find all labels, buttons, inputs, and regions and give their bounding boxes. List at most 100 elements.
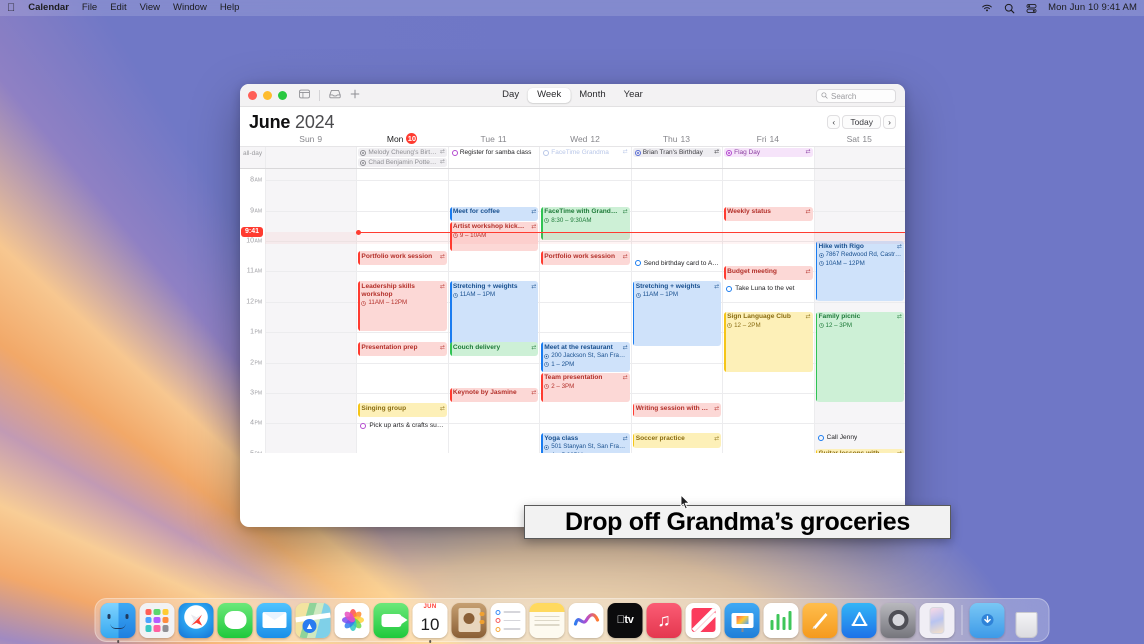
dock-item-safari[interactable] [178,602,214,638]
menu-app-name[interactable]: Calendar [28,0,69,16]
reminder-item[interactable]: Send birthday card to A… [633,259,721,268]
day-header-sat[interactable]: Sat 15 [814,134,905,144]
zoom-button[interactable] [278,90,287,100]
day-column-tue[interactable]: Meet for coffee ⇄ Artist workshop kickoff!… [447,169,540,453]
dock-item-trash[interactable] [1009,603,1044,638]
close-button[interactable] [248,90,257,100]
dock-item-appletv[interactable]: tv [607,602,643,638]
apple-menu-icon[interactable]:  [7,0,15,16]
calendar-event[interactable]: Yoga class501 Stanyan St, San Fran…4 – 5… [541,433,630,453]
dock-item-finder[interactable] [100,602,136,643]
day-column-thu[interactable]: Stretching + weights 11AM – 1PM ⇄ Writing s… [630,169,723,453]
calendar-event[interactable]: Weekly status ⇄ [724,206,813,221]
reminder-checkbox-icon[interactable] [360,422,367,429]
calendar-event[interactable]: Hike with Rigo 7867 Redwood Rd, Castr… 10A… [815,241,904,301]
dock-item-photos[interactable] [334,602,370,638]
maps-icon[interactable]: ▲ [295,602,331,638]
calendar-event[interactable]: Couch delivery ⇄ [449,342,539,357]
reminder-item[interactable]: Take Luna to the vet [724,284,812,293]
appletv-icon[interactable]: tv [607,602,643,638]
tab-month[interactable]: Month [570,88,614,103]
dock[interactable]: ▲ JUN 10 tv♫ [94,598,1050,643]
messages-icon[interactable] [217,602,253,638]
dock-item-mail[interactable] [256,602,292,638]
all-day-column-fri[interactable]: Flag Day ⇄ [722,147,813,168]
settings-icon[interactable] [880,602,916,638]
all-day-event[interactable]: Melody Cheung's Birt… ⇄ [358,148,447,157]
calendar-event[interactable]: Stretching + weights 11AM – 1PM ⇄ [449,281,539,347]
dock-item-messages[interactable] [217,602,253,638]
day-column-fri[interactable]: Weekly status ⇄ Budget meeting ⇄ Sign Langua… [722,169,814,453]
calendar-window[interactable]: Day Week Month Year Search June 2024 ‹ T… [240,84,905,527]
calendar-event[interactable]: Budget meeting ⇄ [724,266,813,281]
dock-item-music[interactable]: ♫ [646,602,682,638]
iphone-mirroring-icon[interactable] [919,602,955,638]
all-day-event[interactable]: Register for samba class [450,148,538,157]
dock-item-keynote[interactable] [724,602,760,638]
window-titlebar[interactable]: Day Week Month Year Search [240,84,905,107]
dock-item-pages[interactable] [802,602,838,638]
tab-week[interactable]: Week [528,87,571,103]
all-day-event[interactable]: Brian Tran's Birthday ⇄ [632,148,722,157]
menu-edit[interactable]: Edit [110,0,126,16]
dock-item-contacts[interactable] [451,602,487,638]
downloads-icon[interactable] [969,602,1005,638]
dock-item-facetime[interactable] [373,602,409,638]
dock-item-notes[interactable] [529,602,565,638]
reminder-item[interactable]: Call Jenny [816,433,904,442]
calendar-event[interactable]: Soccer practice ⇄ [632,433,722,448]
calendar-event[interactable]: Team presentation 2 – 3PM ⇄ [541,372,630,403]
calendar-event[interactable]: Meet at the restaurant 200 Jackson St, Sa… [541,342,630,372]
calendar-event[interactable]: Presentation prep ⇄ [358,342,447,357]
pages-icon[interactable] [802,602,838,638]
all-day-event[interactable]: Flag Day ⇄ [724,148,813,157]
reminder-checkbox-icon[interactable] [817,434,824,441]
dock-item-calendar[interactable]: JUN 10 [412,602,448,643]
inbox-icon[interactable] [329,86,341,104]
appstore-icon[interactable] [841,602,877,638]
calendar-event[interactable]: Singing group ⇄ [358,403,447,418]
calendar-view-icon[interactable] [299,86,310,104]
reminder-item[interactable]: Pick up arts & crafts sup… [358,421,446,430]
safari-icon[interactable] [178,602,214,638]
all-day-event[interactable]: Chad Benjamin Potter… ⇄ [358,158,447,167]
all-day-row[interactable]: all-day Melody Cheung's Birt… ⇄ Chad Benja… [240,146,905,169]
search-field[interactable]: Search [816,89,896,103]
contacts-icon[interactable] [451,602,487,638]
calendar-event[interactable]: Leadership skills workshop 11AM – 12PM ⇄ [358,281,447,332]
reminders-icon[interactable] [490,602,526,638]
dock-item-launchpad[interactable] [139,602,175,638]
day-column-sat[interactable]: Hike with Rigo 7867 Redwood Rd, Castr… 10A… [813,169,905,453]
reminder-checkbox-icon[interactable] [634,260,641,267]
dock-item-reminders[interactable] [490,602,526,638]
all-day-column-wed[interactable]: FaceTime Grandma ⇄ [539,147,630,168]
day-header-tue[interactable]: Tue 11 [448,134,539,144]
all-day-event[interactable]: FaceTime Grandma ⇄ [541,148,629,157]
dock-item-settings[interactable] [880,602,916,638]
minimize-button[interactable] [263,90,272,100]
day-column-wed[interactable]: FaceTime with Grandma 8:30 – 9:30AM ⇄ Portf… [539,169,631,453]
finder-icon[interactable] [100,602,136,638]
music-icon[interactable]: ♫ [646,602,682,638]
notes-icon[interactable] [529,602,565,638]
calendar-event[interactable]: Family picnic 12 – 3PM ⇄ [815,311,904,403]
day-header-wed[interactable]: Wed 12 [539,134,630,144]
wifi-icon[interactable] [981,3,993,13]
dock-item-freeform[interactable] [568,602,604,638]
reminder-checkbox-icon[interactable] [726,285,733,292]
view-segmented-control[interactable]: Day Week Month Year [493,87,652,103]
facetime-icon[interactable] [373,602,409,638]
window-controls[interactable] [240,90,287,100]
all-day-column-mon[interactable]: Melody Cheung's Birt… ⇄ Chad Benjamin Pott… [356,147,447,168]
calendar-event[interactable]: Meet for coffee ⇄ [449,206,539,221]
tab-day[interactable]: Day [493,88,528,103]
menu-bar-clock[interactable]: Mon Jun 10 9:41 AM [1048,0,1137,16]
trash-icon[interactable] [1009,603,1044,638]
calendar-icon[interactable]: JUN 10 [412,602,448,638]
all-day-column-thu[interactable]: Brian Tran's Birthday ⇄ [630,147,722,168]
news-icon[interactable] [685,602,721,638]
photos-icon[interactable] [334,602,370,638]
numbers-icon[interactable] [763,602,799,638]
dock-item-appstore[interactable] [841,602,877,638]
freeform-icon[interactable] [568,602,604,638]
